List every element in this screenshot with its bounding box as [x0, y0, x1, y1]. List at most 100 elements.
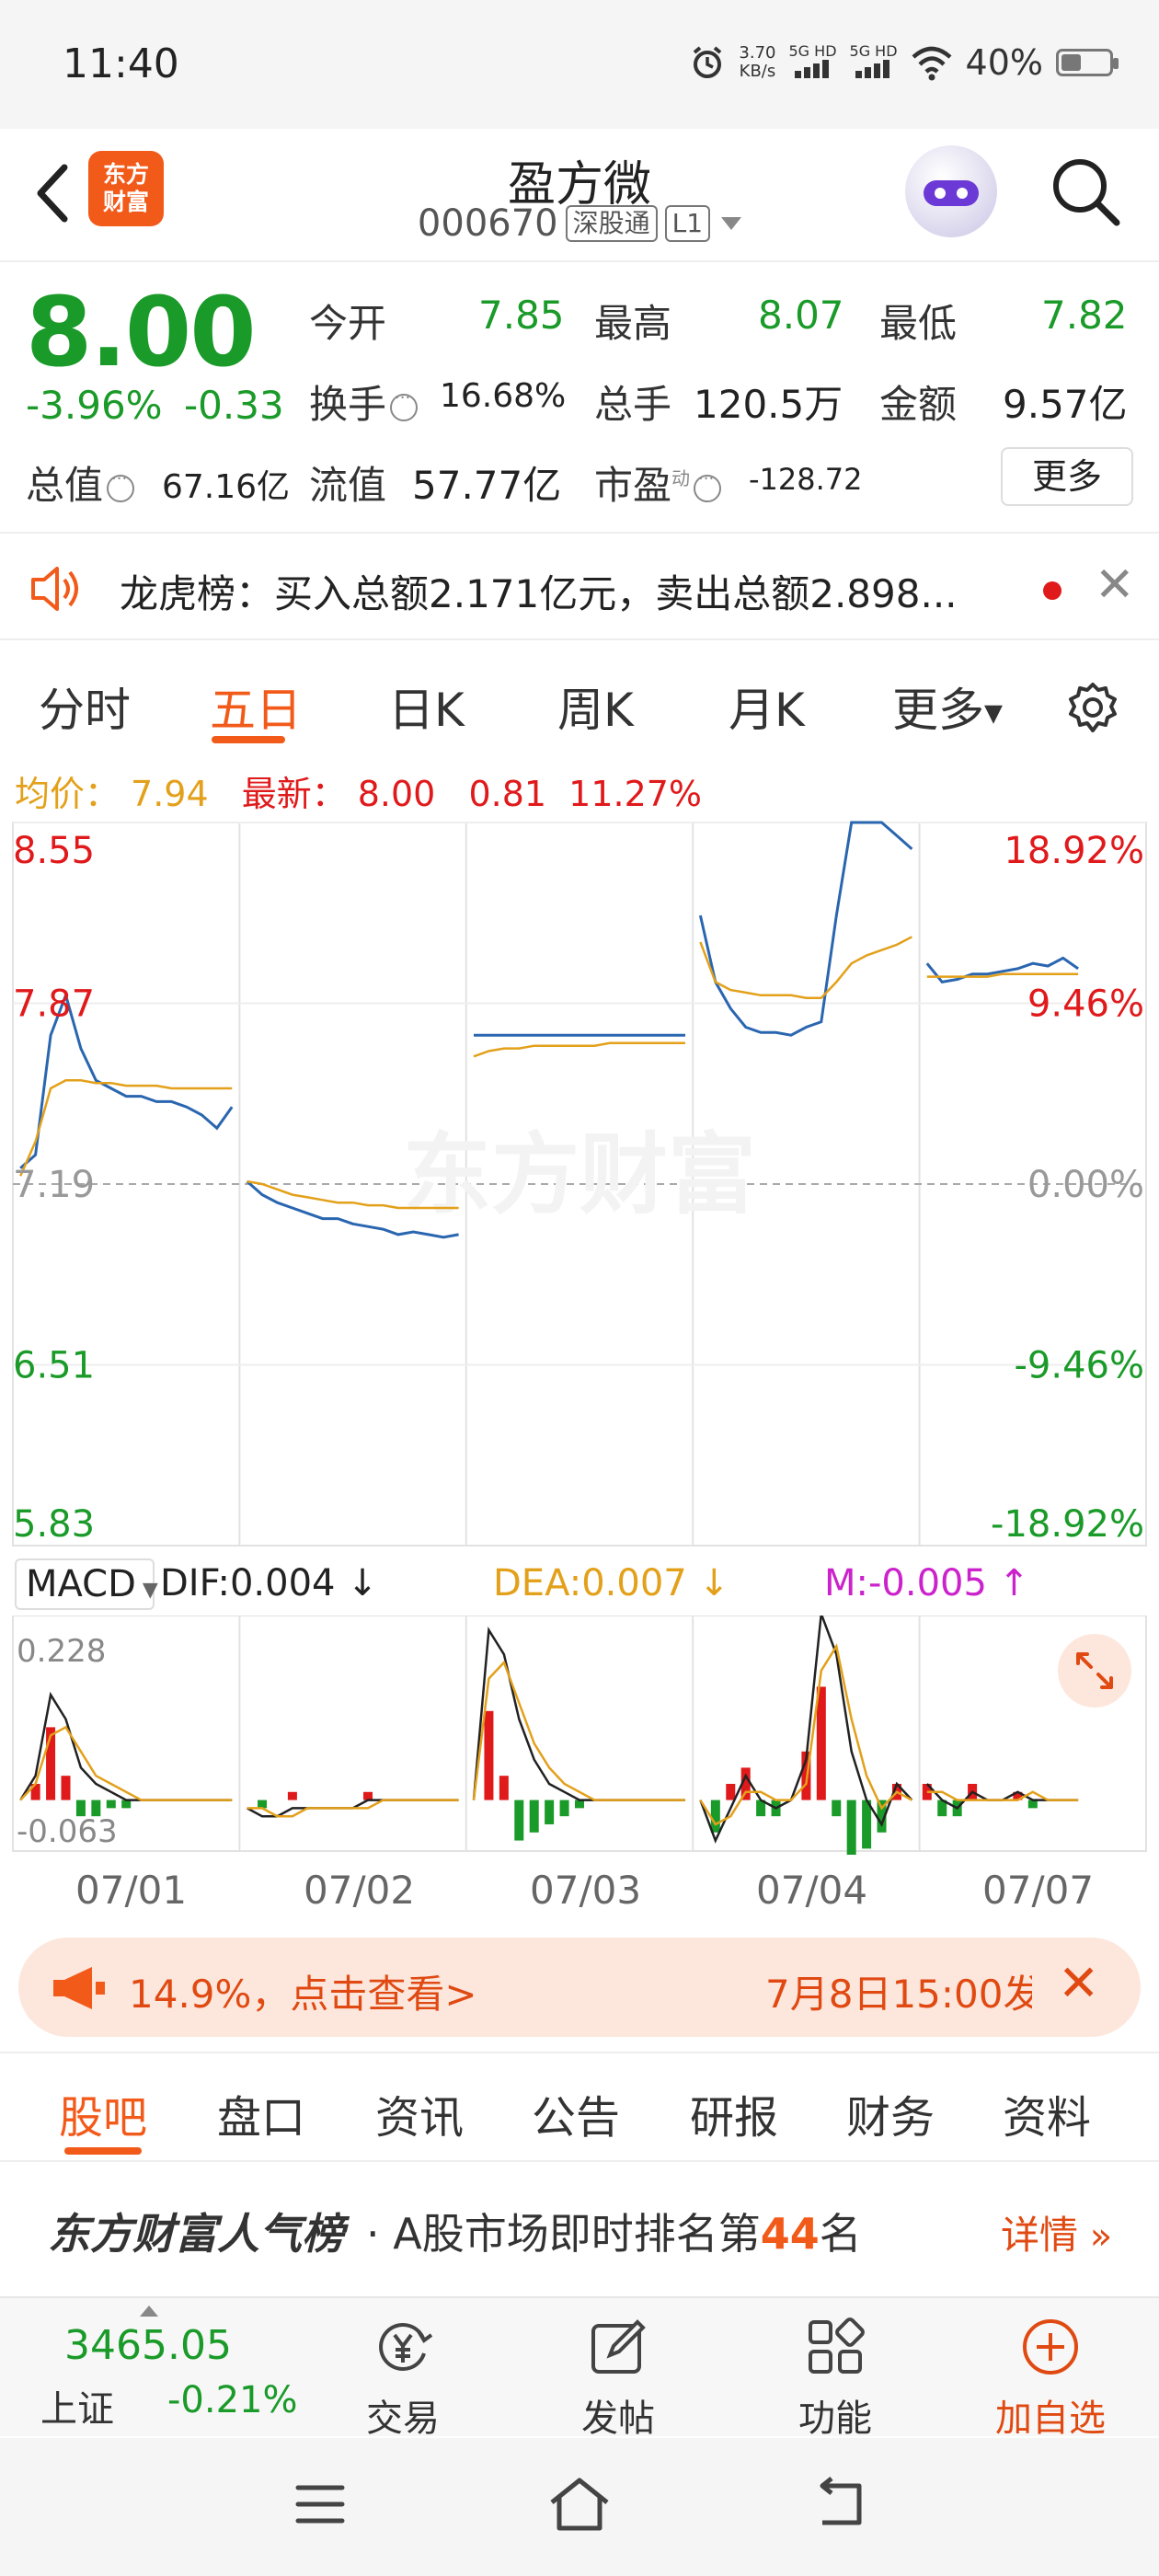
- chart-period-tabs: 分时 五日 日K 周K 月K 更多▼: [0, 655, 1159, 756]
- low-label: 最低: [879, 301, 958, 346]
- price-chart-svg[interactable]: 东方财富 8.55 18.92% 7.87 9.46% 7.19 0.00% 6.51 -9.4…: [0, 819, 1159, 1555]
- tab-announcements[interactable]: 公告: [532, 2081, 620, 2145]
- macd-histogram-bar: [287, 1791, 297, 1800]
- avg-line-segment: [19, 1079, 233, 1177]
- menu-icon[interactable]: [291, 2475, 350, 2534]
- tab-research[interactable]: 研报: [690, 2081, 778, 2145]
- promo-banner[interactable]: 14.9%，点击查看> 7月8日15:00发 ✕: [18, 1938, 1141, 2037]
- assistant-robot-icon[interactable]: [905, 145, 997, 237]
- up-arrow-icon: ↑: [986, 1562, 1030, 1604]
- latest-percent: 11.27%: [568, 774, 703, 814]
- system-nav-bar: [0, 2438, 1159, 2576]
- info-icon[interactable]: [390, 388, 419, 421]
- float-label: 流值: [309, 463, 387, 508]
- rank-number: 44: [760, 2209, 820, 2259]
- expand-chart-button[interactable]: [1058, 1634, 1131, 1708]
- tab-finance[interactable]: 财务: [846, 2081, 935, 2145]
- index-name[interactable]: 上证: [40, 2379, 114, 2432]
- active-tab-underline: [212, 736, 285, 743]
- notice-text[interactable]: 龙虎榜：买入总额2.171亿元，卖出总额2.898...: [120, 563, 1003, 619]
- high-label: 最高: [594, 301, 672, 346]
- macd-histogram-bar: [1027, 1800, 1038, 1809]
- alarm-icon: [694, 46, 722, 78]
- date-tick: 07/04: [756, 1868, 868, 1913]
- avg-label: 均价： 7.94: [15, 774, 220, 814]
- index-value[interactable]: 3465.05: [64, 2322, 232, 2369]
- caret-up-icon[interactable]: [140, 2306, 158, 2317]
- indicator-selector[interactable]: MACD ▼: [15, 1558, 158, 1610]
- macd-histogram-bar: [816, 1686, 826, 1800]
- post-label: 发帖: [581, 2398, 655, 2440]
- tab-more[interactable]: 更多▼: [892, 673, 1003, 740]
- open-value: 7.85: [478, 293, 565, 338]
- info-icon[interactable]: [107, 469, 135, 502]
- tag-connect: 深股通: [565, 205, 658, 242]
- rank-details-link[interactable]: 详情 »: [1001, 2204, 1112, 2260]
- macd-histogram-bar: [846, 1800, 856, 1865]
- pe-label-text: 市盈: [594, 463, 672, 508]
- megaphone-icon: [53, 1967, 105, 2009]
- five-day-chart[interactable]: 东方财富 8.55 18.92% 7.87 9.46% 7.19 0.00% 6.51 -9.4…: [0, 819, 1159, 1555]
- dragon-tiger-notice[interactable]: 龙虎榜：买入总额2.171亿元，卖出总额2.898... ✕: [0, 532, 1159, 640]
- tab-news[interactable]: 资讯: [375, 2081, 464, 2145]
- functions-button[interactable]: 功能: [752, 2315, 918, 2442]
- pe-label[interactable]: 市盈动: [594, 454, 725, 511]
- active-tab-underline: [64, 2147, 142, 2155]
- tab-monthly-k[interactable]: 月K: [729, 673, 805, 740]
- change-amount: -0.33: [184, 383, 284, 428]
- dropdown-caret-icon[interactable]: [721, 217, 742, 230]
- close-notice-icon[interactable]: ✕: [1095, 558, 1135, 613]
- volume-label: 总手: [594, 382, 672, 427]
- macd-histogram-bar: [258, 1800, 268, 1809]
- y-axis-percent-label: -18.92%: [991, 1503, 1144, 1546]
- macd-histogram-bar: [363, 1791, 373, 1800]
- close-promo-icon[interactable]: ✕: [1058, 1954, 1099, 2012]
- tab-forum[interactable]: 股吧: [59, 2081, 147, 2145]
- content-tabs: 股吧 盘口 资讯 公告 研报 财务 资料: [0, 2052, 1159, 2162]
- tab-profile[interactable]: 资料: [1003, 2081, 1091, 2145]
- back-nav-icon[interactable]: [806, 2475, 872, 2534]
- macd-chart[interactable]: 0.228 -0.063: [0, 1613, 1159, 1865]
- tab-orderbook[interactable]: 盘口: [217, 2081, 305, 2145]
- more-quote-button[interactable]: 更多: [1001, 447, 1133, 506]
- pe-value: -128.72: [749, 462, 863, 497]
- trade-button[interactable]: 交易: [320, 2315, 486, 2442]
- popularity-rank[interactable]: 东方财富人气榜 · A股市场即时排名第44名 详情 »: [0, 2164, 1159, 2293]
- tab-daily-k[interactable]: 日K: [388, 673, 465, 740]
- tab-weekly-k[interactable]: 周K: [557, 673, 634, 740]
- mktcap-value: 67.16亿: [162, 468, 291, 506]
- macd-histogram-bar: [514, 1800, 524, 1841]
- amount-value: 9.57亿: [1003, 382, 1128, 427]
- mktcap-label-text: 总值: [26, 463, 104, 508]
- home-icon[interactable]: [546, 2473, 613, 2536]
- search-icon[interactable]: [1049, 155, 1122, 228]
- promo-text[interactable]: 14.9%，点击查看>: [129, 1963, 477, 2019]
- add-watchlist-button[interactable]: 加自选: [968, 2315, 1133, 2442]
- y-axis-price-label: 6.51: [13, 1345, 95, 1387]
- status-icons: 3.70 KB/s 5G HD 5G HD 40%: [689, 37, 1119, 88]
- mktcap-label[interactable]: 总值: [26, 454, 138, 511]
- tag-level: L1: [664, 205, 711, 242]
- y-axis-price-label: 7.87: [13, 983, 95, 1026]
- date-tick: 07/01: [75, 1868, 188, 1913]
- macd-chart-svg[interactable]: 0.228 -0.063: [0, 1613, 1159, 1865]
- price-line-segment: [925, 956, 1079, 984]
- dif-label-text: DIF:0.004: [160, 1562, 336, 1604]
- turnover-label[interactable]: 换手: [309, 374, 421, 430]
- post-button[interactable]: 发帖: [535, 2315, 701, 2442]
- y-axis-percent-label: 18.92%: [1004, 830, 1144, 872]
- battery-icon: [1056, 49, 1119, 76]
- signal-1: 5G HD: [789, 43, 837, 82]
- macd-histogram-bar: [529, 1800, 539, 1833]
- info-icon[interactable]: [694, 469, 722, 502]
- index-change[interactable]: -0.21%: [167, 2379, 298, 2421]
- macd-histogram-bar: [484, 1710, 494, 1800]
- tab-intraday[interactable]: 分时: [39, 673, 131, 740]
- settings-gear-icon[interactable]: [1063, 679, 1122, 738]
- speaker-icon: [31, 567, 78, 611]
- unread-dot: [1043, 581, 1061, 600]
- tab-five-day[interactable]: 五日: [210, 673, 302, 740]
- date-tick: 07/07: [982, 1868, 1095, 1913]
- functions-label: 功能: [798, 2398, 872, 2440]
- caret-down-icon: ▼: [984, 699, 1003, 728]
